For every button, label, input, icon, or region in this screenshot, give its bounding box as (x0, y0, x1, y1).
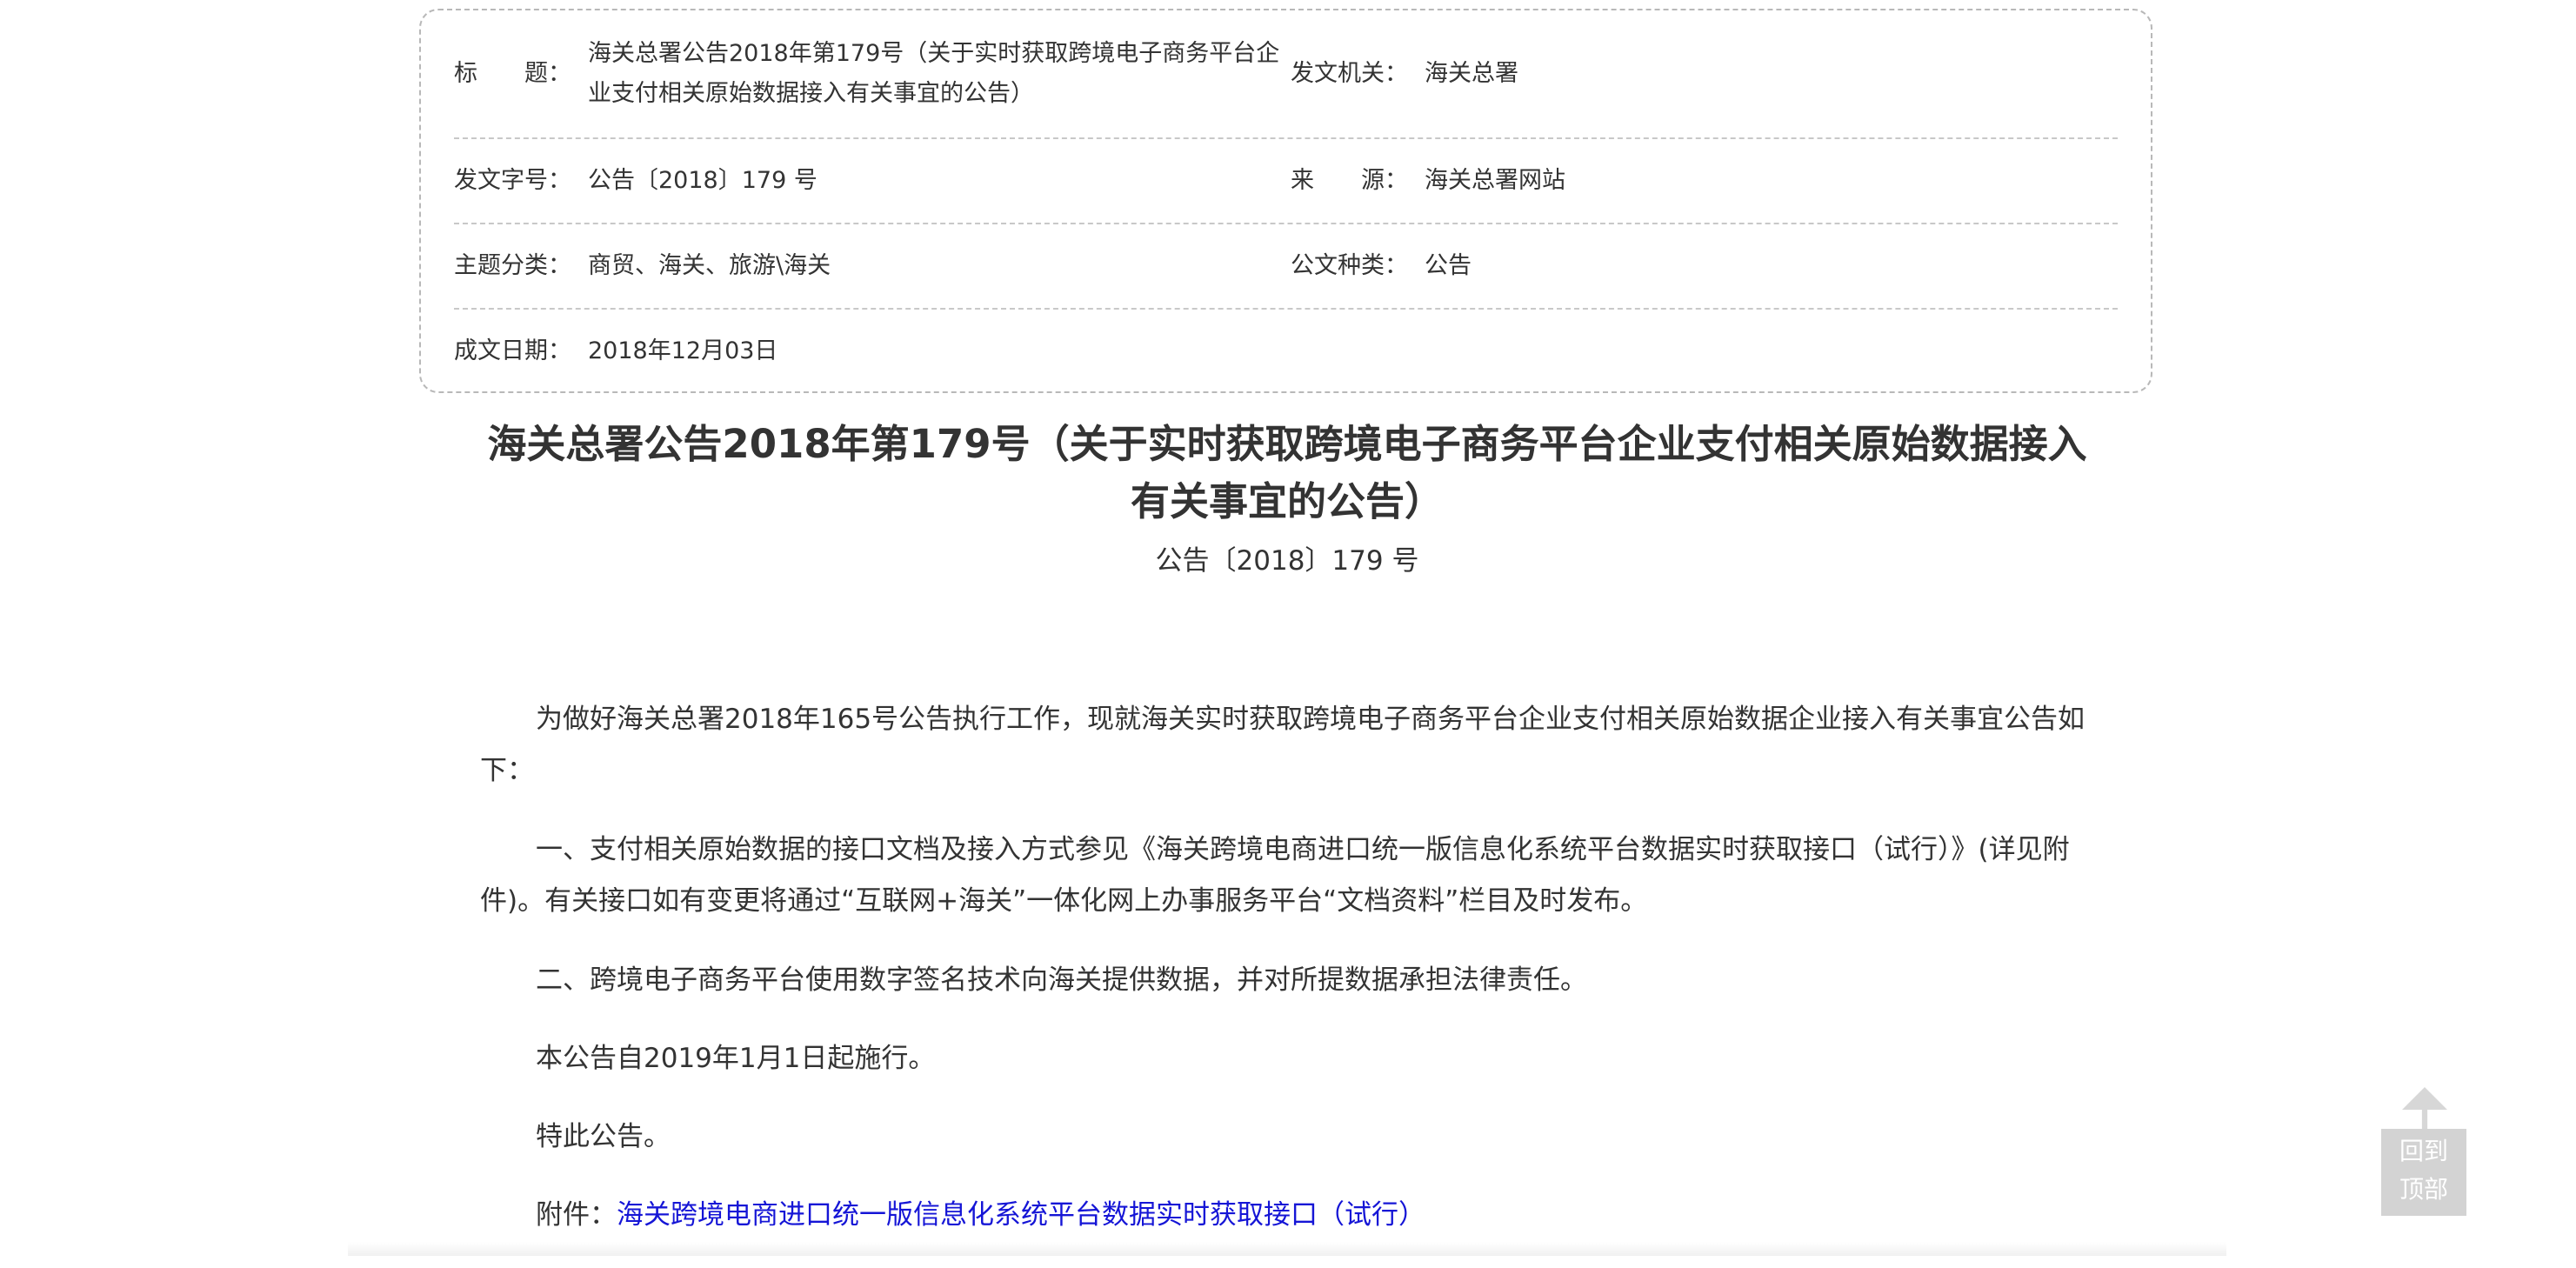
attachment-link[interactable]: 海关跨境电商进口统一版信息化系统平台数据实时获取接口（试行） (617, 1199, 1425, 1231)
metadata-cell-source: 来 源： 海关总署网站 (1291, 139, 2118, 223)
paragraph-closing: 特此公告。 (536, 1121, 671, 1152)
source-label: 来 源： (1291, 167, 1408, 194)
type-label: 公文种类： (1291, 252, 1408, 279)
date-label: 成文日期： (454, 337, 571, 364)
metadata-cell-type: 公文种类： 公告 (1291, 224, 2118, 308)
back-to-top-line1: 回到 (2399, 1137, 2448, 1165)
topic-value: 商贸、海关、旅游\海关 (588, 252, 831, 279)
title-label: 标 题： (454, 60, 571, 87)
source-value: 海关总署网站 (1425, 167, 1565, 194)
metadata-row-docno: 发文字号： 公告〔2018〕179 号 来 源： 海关总署网站 (454, 139, 2118, 224)
attachment-line: 附件：海关跨境电商进口统一版信息化系统平台数据实时获取接口（试行） (480, 1190, 2106, 1241)
metadata-table: 标 题： 海关总署公告2018年第179号（关于实时获取跨境电子商务平台企业支付… (419, 9, 2152, 393)
paragraph-item-1: 一、支付相关原始数据的接口文档及接入方式参见《海关跨境电商进口统一版信息化系统平… (480, 834, 2070, 917)
issuer-label: 发文机关： (1291, 60, 1408, 87)
doc-no-label: 发文字号： (454, 167, 571, 194)
topic-label: 主题分类： (454, 252, 571, 279)
metadata-cell-issuer: 发文机关： 海关总署 (1291, 10, 2118, 137)
doc-no-value: 公告〔2018〕179 号 (588, 167, 818, 194)
bottom-shadow (348, 1242, 2226, 1256)
document-page: 标 题： 海关总署公告2018年第179号（关于实时获取跨境电子商务平台企业支付… (0, 0, 2576, 1256)
metadata-row-topic: 主题分类： 商贸、海关、旅游\海关 公文种类： 公告 (454, 224, 2118, 310)
metadata-cell-docno: 发文字号： 公告〔2018〕179 号 (454, 139, 1291, 223)
metadata-cell-date: 成文日期： 2018年12月03日 (454, 310, 1291, 393)
issuer-value: 海关总署 (1425, 60, 1518, 87)
type-value: 公告 (1425, 252, 1472, 279)
paragraph-effective-date: 本公告自2019年1月1日起施行。 (536, 1043, 936, 1074)
document-body: 为做好海关总署2018年165号公告执行工作，现就海关实时获取跨境电子商务平台企… (480, 694, 2106, 1268)
metadata-row-title: 标 题： 海关总署公告2018年第179号（关于实时获取跨境电子商务平台企业支付… (454, 10, 2118, 139)
back-to-top-label: 回到 顶部 (2381, 1129, 2466, 1216)
date-value: 2018年12月03日 (588, 337, 778, 364)
metadata-cell-title: 标 题： 海关总署公告2018年第179号（关于实时获取跨境电子商务平台企业支付… (454, 10, 1291, 137)
metadata-cell-topic: 主题分类： 商贸、海关、旅游\海关 (454, 224, 1291, 308)
document-title: 海关总署公告2018年第179号（关于实时获取跨境电子商务平台企业支付相关原始数… (487, 421, 2087, 524)
paragraph-item-2: 二、跨境电子商务平台使用数字签名技术向海关提供数据，并对所提数据承担法律责任。 (536, 964, 1587, 996)
paragraph-intro: 为做好海关总署2018年165号公告执行工作，现就海关实时获取跨境电子商务平台企… (480, 704, 2085, 786)
arrow-up-icon (2402, 1087, 2447, 1132)
attachment-label: 附件： (536, 1199, 617, 1231)
back-to-top-button[interactable]: 回到 顶部 (2381, 1087, 2466, 1216)
back-to-top-line2: 顶部 (2399, 1175, 2448, 1204)
metadata-row-date: 成文日期： 2018年12月03日 (454, 310, 2118, 393)
title-value: 海关总署公告2018年第179号（关于实时获取跨境电子商务平台企业支付相关原始数… (588, 40, 1280, 107)
document-number: 公告〔2018〕179 号 (1155, 545, 1419, 577)
